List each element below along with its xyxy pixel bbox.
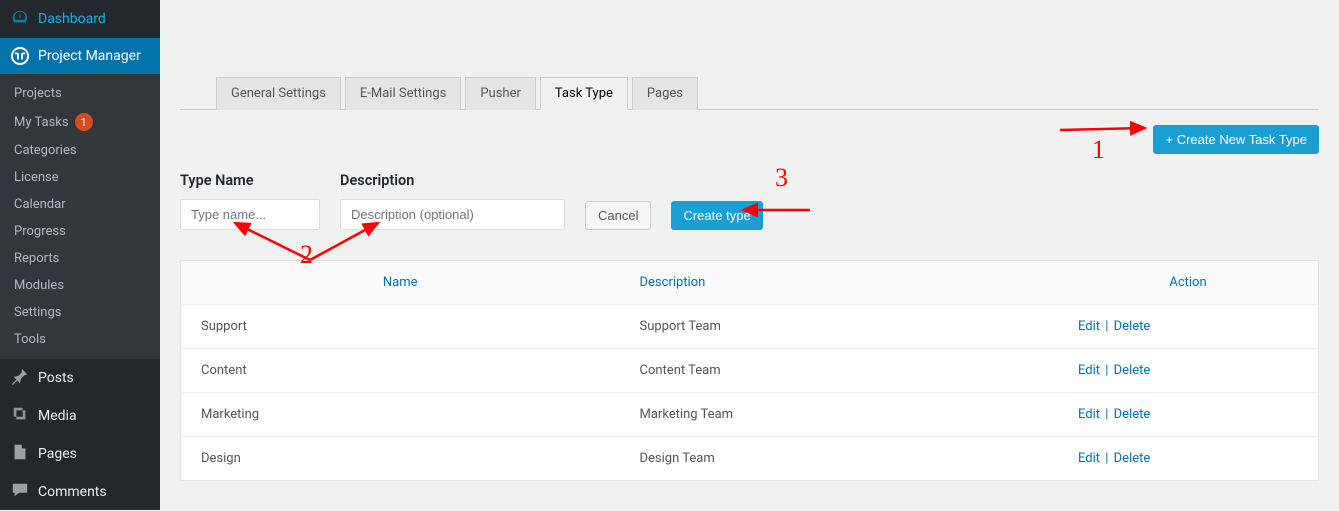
sidebar-item-progress[interactable]: Progress: [0, 218, 160, 245]
sidebar-item-comments[interactable]: Comments: [0, 473, 160, 511]
cell-name: Design: [181, 437, 620, 480]
table-row: DesignDesign TeamEdit | Delete: [181, 437, 1318, 480]
cell-action: Edit | Delete: [1058, 393, 1318, 436]
tab-task-type[interactable]: Task Type: [540, 77, 628, 110]
sidebar-item-modules[interactable]: Modules: [0, 272, 160, 299]
sidebar-item-projects[interactable]: Projects: [0, 80, 160, 107]
edit-link[interactable]: Edit: [1078, 319, 1100, 334]
table-row: SupportSupport TeamEdit | Delete: [181, 305, 1318, 349]
sidebar-item-calendar[interactable]: Calendar: [0, 191, 160, 218]
col-action: Action: [1058, 261, 1318, 304]
project-manager-icon: [10, 46, 30, 66]
dashboard-icon: [10, 8, 30, 30]
project-manager-submenu: Projects My Tasks 1 Categories License C…: [0, 74, 160, 359]
sidebar-item-project-manager[interactable]: Project Manager: [0, 38, 160, 74]
sidebar-item-license[interactable]: License: [0, 164, 160, 191]
cell-description: Marketing Team: [620, 393, 1059, 436]
description-label: Description: [340, 172, 565, 189]
tab-pages[interactable]: Pages: [632, 77, 698, 110]
sidebar-item-reports[interactable]: Reports: [0, 245, 160, 272]
type-name-input[interactable]: [180, 199, 320, 230]
task-type-table: Name Description Action SupportSupport T…: [180, 260, 1319, 481]
cell-description: Content Team: [620, 349, 1059, 392]
tab-general-settings[interactable]: General Settings: [216, 77, 341, 110]
sidebar-item-label: Project Manager: [38, 48, 141, 64]
sidebar-item-media[interactable]: Media: [0, 397, 160, 435]
comments-icon: [10, 481, 30, 503]
admin-sidebar: Dashboard Project Manager Projects My Ta…: [0, 0, 160, 510]
edit-link[interactable]: Edit: [1078, 451, 1100, 466]
cell-action: Edit | Delete: [1058, 305, 1318, 348]
settings-tabs: General Settings E-Mail Settings Pusher …: [180, 76, 1319, 110]
sidebar-item-label: Comments: [38, 484, 107, 500]
col-name: Name: [181, 261, 620, 304]
main-content: General Settings E-Mail Settings Pusher …: [160, 0, 1339, 510]
sidebar-item-label: Posts: [38, 370, 74, 386]
sidebar-item-settings[interactable]: Settings: [0, 299, 160, 326]
delete-link[interactable]: Delete: [1114, 451, 1151, 466]
table-row: ContentContent TeamEdit | Delete: [181, 349, 1318, 393]
create-type-button[interactable]: Create type: [671, 201, 762, 230]
pin-icon: [10, 367, 30, 389]
delete-link[interactable]: Delete: [1114, 363, 1151, 378]
sidebar-item-posts[interactable]: Posts: [0, 359, 160, 397]
edit-link[interactable]: Edit: [1078, 363, 1100, 378]
sidebar-item-tools[interactable]: Tools: [0, 326, 160, 353]
cell-name: Support: [181, 305, 620, 348]
cell-name: Marketing: [181, 393, 620, 436]
cell-description: Design Team: [620, 437, 1059, 480]
pages-icon: [10, 443, 30, 465]
sidebar-item-label: Dashboard: [38, 11, 106, 27]
table-header: Name Description Action: [181, 261, 1318, 305]
cancel-button[interactable]: Cancel: [585, 201, 651, 230]
media-icon: [10, 405, 30, 427]
cell-description: Support Team: [620, 305, 1059, 348]
cell-action: Edit | Delete: [1058, 349, 1318, 392]
sidebar-item-categories[interactable]: Categories: [0, 137, 160, 164]
cell-name: Content: [181, 349, 620, 392]
type-name-label: Type Name: [180, 172, 320, 189]
table-row: MarketingMarketing TeamEdit | Delete: [181, 393, 1318, 437]
my-tasks-badge: 1: [75, 113, 93, 131]
sidebar-item-label: Pages: [38, 446, 77, 462]
create-new-task-type-button[interactable]: + Create New Task Type: [1153, 125, 1319, 154]
delete-link[interactable]: Delete: [1114, 407, 1151, 422]
sidebar-item-label: Media: [38, 408, 77, 424]
sidebar-item-dashboard[interactable]: Dashboard: [0, 0, 160, 38]
sidebar-item-pages[interactable]: Pages: [0, 435, 160, 473]
col-description: Description: [620, 261, 1059, 304]
sidebar-item-my-tasks[interactable]: My Tasks 1: [0, 107, 160, 137]
delete-link[interactable]: Delete: [1114, 319, 1151, 334]
new-task-type-form: Type Name Description Cancel Create type: [180, 172, 1319, 230]
edit-link[interactable]: Edit: [1078, 407, 1100, 422]
cell-action: Edit | Delete: [1058, 437, 1318, 480]
tab-pusher[interactable]: Pusher: [465, 77, 536, 110]
description-input[interactable]: [340, 199, 565, 230]
tab-email-settings[interactable]: E-Mail Settings: [345, 77, 461, 110]
